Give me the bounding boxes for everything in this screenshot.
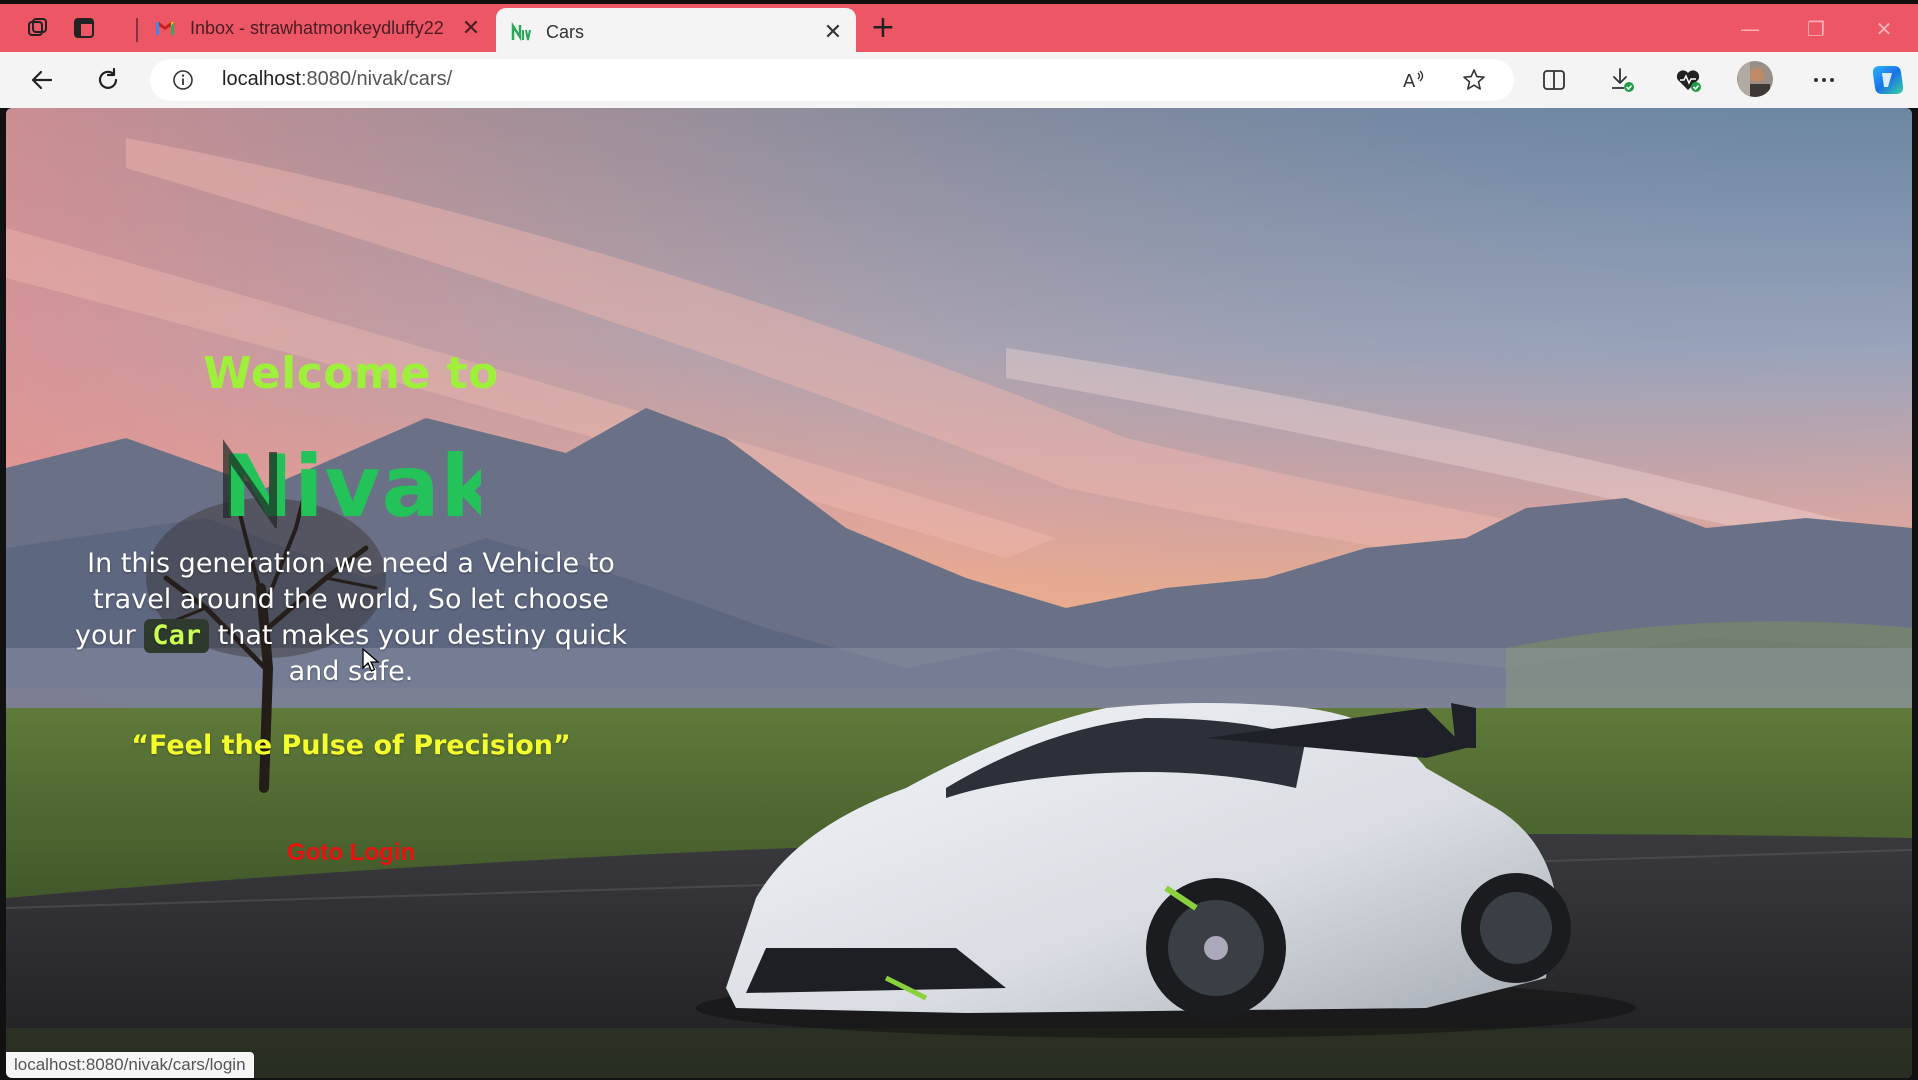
svg-text:Nivak: Nivak <box>221 438 481 528</box>
svg-text:A: A <box>1403 71 1416 92</box>
tab-cars[interactable]: Cars ✕ <box>496 8 856 56</box>
address-bar: localhost:8080/nivak/cars/ A <box>0 52 1918 108</box>
favorite-star-icon[interactable] <box>1458 64 1490 96</box>
mouse-cursor-icon <box>362 648 380 672</box>
url-path: :8080/nivak/cars/ <box>300 68 453 90</box>
url-text[interactable]: localhost:8080/nivak/cars/ <box>222 68 452 91</box>
nivak-logo: Nivak <box>221 438 481 528</box>
welcome-heading: Welcome to <box>203 348 499 399</box>
gmail-icon <box>154 17 176 39</box>
url-host: localhost <box>222 68 301 90</box>
nivak-favicon <box>510 21 532 43</box>
new-tab-button[interactable]: + <box>866 12 900 46</box>
refresh-button[interactable] <box>90 62 126 98</box>
car-highlight: Car <box>144 619 210 653</box>
goto-login-link[interactable]: Goto Login <box>66 839 636 867</box>
profile-avatar[interactable] <box>1736 60 1774 98</box>
restore-button[interactable]: ❐ <box>1796 12 1836 46</box>
tab-inbox[interactable]: Inbox - strawhatmonkeydluffy22 ✕ <box>140 4 494 52</box>
site-info-icon[interactable] <box>172 69 194 91</box>
tab-title: Inbox - strawhatmonkeydluffy22 <box>190 17 444 38</box>
tab-separator <box>136 18 138 42</box>
refresh-icon <box>98 67 118 89</box>
window-close-button[interactable]: ✕ <box>1864 12 1904 46</box>
page-viewport: Welcome to Nivak In this generation we n… <box>6 108 1912 1078</box>
more-icon[interactable] <box>1808 64 1840 96</box>
tagline-quote: “Feel the Pulse of Precision” <box>131 730 571 761</box>
back-arrow-icon <box>31 70 53 90</box>
url-field[interactable]: localhost:8080/nivak/cars/ A <box>150 59 1514 101</box>
intro-text-after: that makes your destiny quick and safe. <box>217 620 627 687</box>
close-tab-icon[interactable]: ✕ <box>816 15 850 49</box>
workspaces-icon[interactable] <box>26 16 50 40</box>
vertical-tabs-icon[interactable] <box>72 16 96 40</box>
tab-bar: Inbox - strawhatmonkeydluffy22 ✕ Cars ✕ … <box>0 4 1918 56</box>
close-tab-icon[interactable]: ✕ <box>454 11 488 45</box>
intro-paragraph: In this generation we need a Vehicle to … <box>71 546 631 690</box>
link-preview-status: localhost:8080/nivak/cars/login <box>6 1052 254 1078</box>
hero-section: Welcome to Nivak In this generation we n… <box>66 238 636 867</box>
copilot-icon[interactable] <box>1868 60 1908 100</box>
read-aloud-icon[interactable]: A <box>1398 64 1430 96</box>
tab-title: Cars <box>546 21 585 42</box>
browser-essentials-icon[interactable] <box>1672 64 1704 96</box>
minimize-button[interactable]: — <box>1730 12 1770 46</box>
downloads-icon[interactable] <box>1606 64 1638 96</box>
back-button[interactable] <box>24 62 60 98</box>
split-screen-icon[interactable] <box>1538 64 1570 96</box>
